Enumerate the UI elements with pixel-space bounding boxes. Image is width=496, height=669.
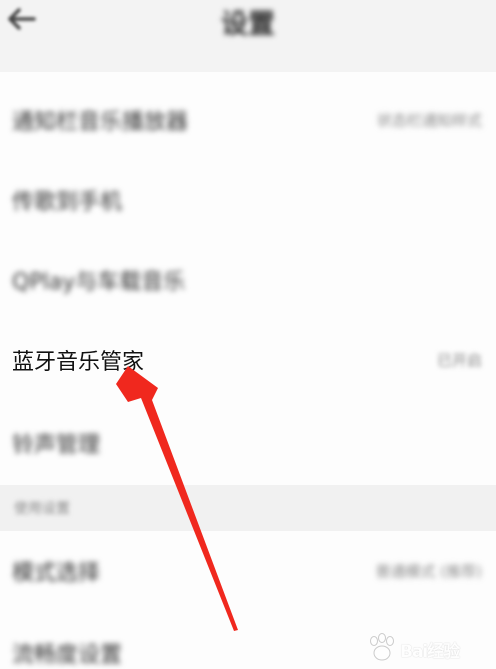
settings-row-transfer-songs[interactable]: 传歌到手机 (0, 160, 496, 240)
section-label: 使用设置 (14, 501, 70, 517)
header-bar: 设置 (0, 0, 496, 72)
settings-row-mode-select[interactable]: 模式选择 普通模式 (推荐) (0, 531, 496, 611)
row-label: QPlay与车载音乐 (12, 270, 186, 295)
section-header: 使用设置 (0, 485, 496, 531)
row-value: 已开启 (436, 351, 482, 370)
row-value: 状态栏通知样式 (376, 111, 482, 130)
row-label: 铃声管理 (12, 432, 101, 458)
settings-row-notification-player[interactable]: 通知栏音乐播放器 状态栏通知样式 (0, 80, 496, 160)
settings-row-ringtone[interactable]: 铃声管理 (0, 400, 496, 485)
row-label: 蓝牙音乐管家 (12, 350, 145, 375)
row-value: 普通模式 (推荐) (375, 562, 482, 581)
watermark: Bai经验 (366, 633, 466, 663)
row-label: 传歌到手机 (12, 190, 123, 215)
row-label: 模式选择 (12, 561, 101, 586)
paw-icon (370, 633, 394, 661)
page-title: 设置 (221, 9, 275, 40)
row-label: 流畅度设置 (12, 643, 123, 668)
row-label: 通知栏音乐播放器 (12, 110, 189, 135)
watermark-text: Bai经验 (400, 642, 460, 662)
settings-row-qplay[interactable]: QPlay与车载音乐 (0, 240, 496, 320)
settings-row-bluetooth-music-manager[interactable]: 蓝牙音乐管家 已开启 (0, 320, 496, 400)
